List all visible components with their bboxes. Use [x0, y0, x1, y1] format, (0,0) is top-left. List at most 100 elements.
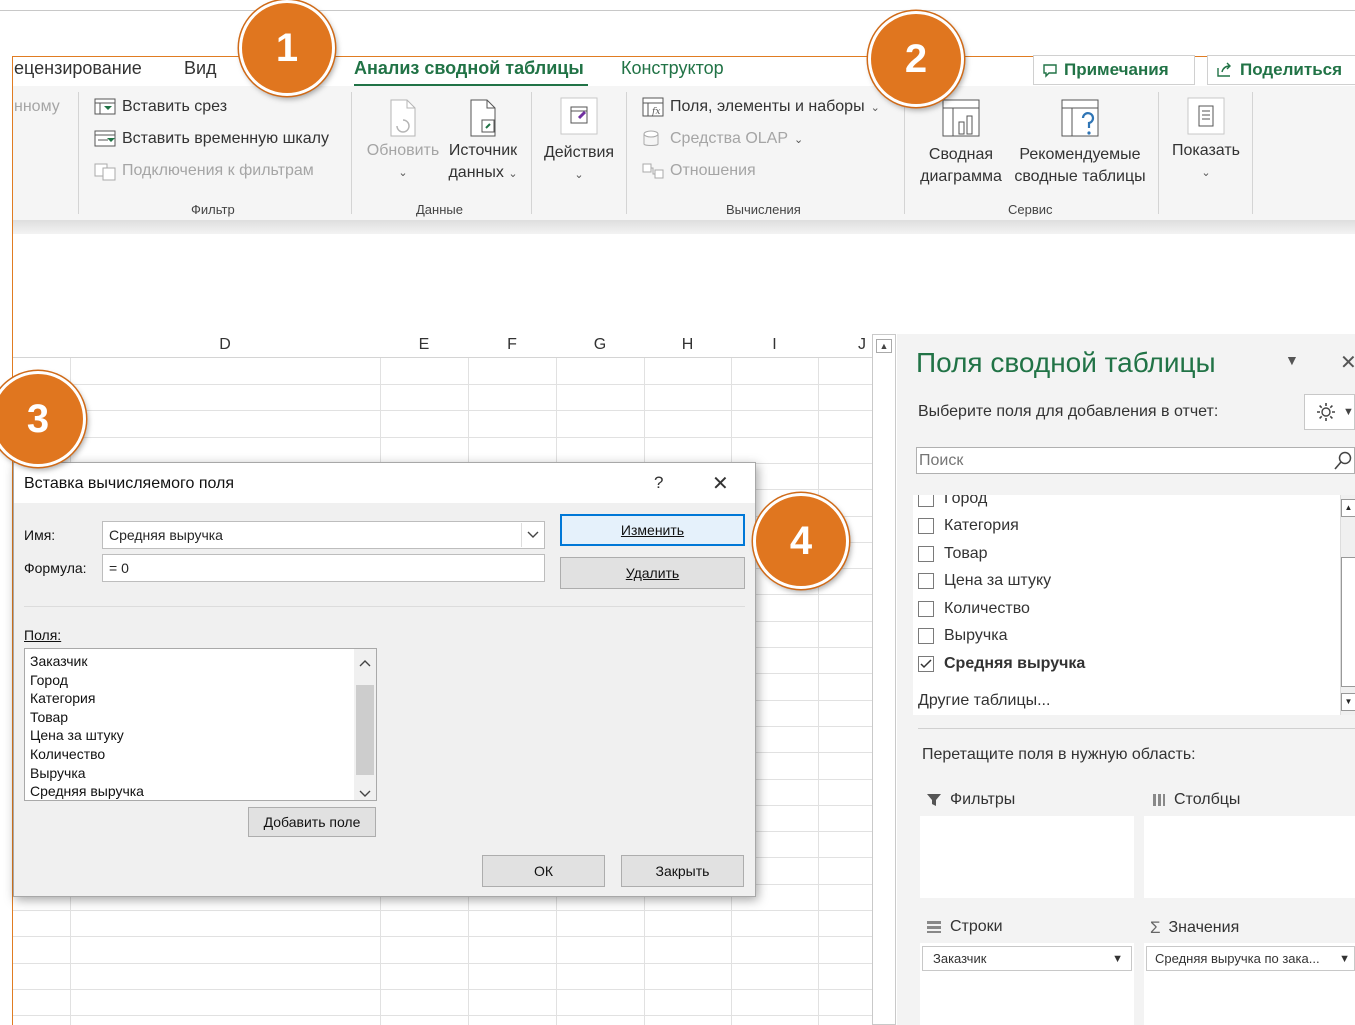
refresh-icon — [390, 99, 416, 137]
insert-slicer-button[interactable]: Вставить срез — [94, 97, 227, 117]
column-header-j[interactable]: J — [818, 332, 872, 358]
comments-label: Примечания — [1064, 60, 1169, 79]
add-field-button[interactable]: Добавить поле — [248, 807, 376, 837]
checkbox[interactable] — [918, 495, 934, 507]
actions-button[interactable]: Действия ⌄ — [540, 96, 618, 186]
group-label-tools: Сервис — [1008, 202, 1053, 217]
recommended-pivottables-button[interactable]: Рекомендуемые сводные таблицы — [1008, 96, 1152, 188]
list-item[interactable]: Выручка — [25, 764, 353, 783]
values-field-pill[interactable]: Средняя выручка по зака... ▼ — [1146, 946, 1355, 971]
dropdown-arrow-icon[interactable]: ▼ — [1339, 953, 1350, 965]
field-list-item[interactable]: Товар — [918, 540, 1338, 568]
relationships-button[interactable]: Отношения — [642, 161, 756, 181]
list-item[interactable]: Заказчик — [25, 652, 353, 671]
olap-tools-button[interactable]: Средства OLAP ⌄ — [642, 129, 803, 149]
checkbox-checked[interactable] — [918, 655, 934, 672]
column-header-e[interactable]: E — [380, 332, 468, 358]
show-button[interactable]: Показать ⌄ — [1166, 96, 1246, 184]
chevron-down-icon: ⌄ — [574, 169, 584, 181]
svg-text:fx: fx — [651, 107, 660, 117]
tab-view[interactable]: Вид — [184, 58, 217, 79]
checkbox[interactable] — [918, 628, 934, 645]
field-list-item[interactable]: Город — [918, 495, 1338, 513]
rows-field-label: Заказчик — [933, 951, 987, 966]
scroll-down-icon[interactable] — [359, 785, 371, 803]
tab-pivot-analyze[interactable]: Анализ сводной таблицы — [354, 58, 584, 79]
field-label: Количество — [944, 599, 1030, 617]
list-item[interactable]: Цена за штуку — [25, 726, 353, 745]
checkbox[interactable] — [918, 545, 934, 562]
ok-button[interactable]: ОК — [482, 855, 605, 887]
tab-review[interactable]: ецензирование — [14, 58, 142, 79]
filters-drop-area[interactable] — [920, 816, 1134, 898]
dropdown-arrow-icon[interactable]: ▼ — [1112, 953, 1123, 965]
scroll-thumb[interactable] — [356, 685, 374, 775]
help-button[interactable]: ? — [654, 473, 663, 493]
tab-design[interactable]: Конструктор — [621, 58, 724, 79]
chevron-down-icon: ⌄ — [398, 167, 408, 179]
chevron-down-icon[interactable] — [521, 523, 543, 547]
rows-area-title: Строки — [926, 918, 1003, 936]
formula-bar-area — [13, 234, 1355, 330]
listbox-scrollbar[interactable] — [354, 649, 376, 800]
checkbox[interactable] — [918, 518, 934, 535]
field-list-item[interactable]: Средняя выручка — [918, 650, 1338, 678]
checkbox[interactable] — [918, 573, 934, 590]
insert-timeline-button[interactable]: Вставить временную шкалу — [94, 129, 329, 149]
timeline-icon — [94, 130, 116, 147]
column-header-f[interactable]: F — [468, 332, 556, 358]
list-item[interactable]: Город — [25, 671, 353, 690]
change-data-source-button[interactable]: Источник данных ⌄ — [444, 98, 522, 185]
filter-connections-button[interactable]: Подключения к фильтрам — [94, 161, 314, 181]
list-item[interactable]: Товар — [25, 708, 353, 727]
scroll-thumb[interactable] — [1341, 557, 1355, 687]
ribbon-separator — [1158, 92, 1159, 214]
column-header-g[interactable]: G — [556, 332, 644, 358]
field-list-item[interactable]: Категория — [918, 513, 1338, 541]
comments-button[interactable]: Примечания — [1033, 55, 1195, 85]
share-button[interactable]: Поделиться — [1207, 55, 1355, 85]
vertical-scrollbar[interactable]: ▲ — [872, 334, 896, 1025]
pane-close-icon[interactable]: ✕ — [1340, 350, 1355, 375]
refresh-button[interactable]: Обновить ⌄ — [364, 98, 442, 184]
field-list-item[interactable]: Цена за штуку — [918, 568, 1338, 596]
recommended-label-1: Рекомендуемые — [1019, 146, 1141, 163]
pivot-chart-button[interactable]: Сводная диаграмма — [915, 96, 1007, 188]
dialog-close-icon[interactable]: ✕ — [712, 471, 729, 496]
scroll-up-icon[interactable]: ▲ — [1341, 499, 1355, 517]
modify-button[interactable]: Изменить — [560, 514, 745, 546]
olap-icon — [643, 130, 659, 146]
scroll-down-icon[interactable]: ▼ — [1341, 693, 1355, 711]
delete-button[interactable]: Удалить — [560, 557, 745, 589]
group-label-filter: Фильтр — [191, 202, 235, 217]
field-list-item[interactable]: Выручка — [918, 623, 1338, 651]
column-header-i[interactable]: I — [731, 332, 818, 358]
column-header-h[interactable]: H — [644, 332, 731, 358]
checkbox[interactable] — [918, 600, 934, 617]
name-combobox[interactable]: Средняя выручка — [102, 521, 545, 549]
rows-field-pill[interactable]: Заказчик ▼ — [922, 946, 1132, 971]
column-header-d[interactable]: D — [70, 332, 380, 358]
columns-drop-area[interactable] — [1144, 816, 1355, 898]
rows-icon — [927, 921, 941, 933]
list-item[interactable]: Количество — [25, 745, 353, 764]
chevron-down-icon: ⌄ — [870, 101, 880, 114]
formula-label: Формула: — [24, 560, 87, 576]
search-field[interactable] — [916, 447, 1355, 474]
field-list-scrollbar[interactable]: ▲ ▼ — [1340, 495, 1355, 715]
fields-items-sets-button[interactable]: fx Поля, элементы и наборы ⌄ — [642, 97, 880, 117]
pane-options-dropdown-icon[interactable]: ▼ — [1285, 352, 1299, 368]
field-list[interactable]: Город Категория Товар Цена за штуку Количест… — [913, 495, 1340, 715]
formula-input[interactable]: = 0 — [102, 554, 545, 582]
scroll-up-icon[interactable] — [359, 654, 371, 672]
insert-slicer-label: Вставить срез — [122, 98, 228, 115]
field-list-item[interactable]: Количество — [918, 595, 1338, 623]
fields-listbox[interactable]: Заказчик Город Категория Товар Цена за штуку… — [24, 648, 377, 801]
other-tables-link[interactable]: Другие таблицы... — [918, 692, 1050, 710]
close-button[interactable]: Закрыть — [621, 855, 744, 887]
scroll-up-icon[interactable]: ▲ — [876, 339, 892, 353]
search-input[interactable] — [917, 448, 1317, 473]
list-item[interactable]: Средняя выручка — [25, 782, 353, 801]
tools-gear-button[interactable]: ▼ — [1304, 394, 1355, 430]
list-item[interactable]: Категория — [25, 689, 353, 708]
